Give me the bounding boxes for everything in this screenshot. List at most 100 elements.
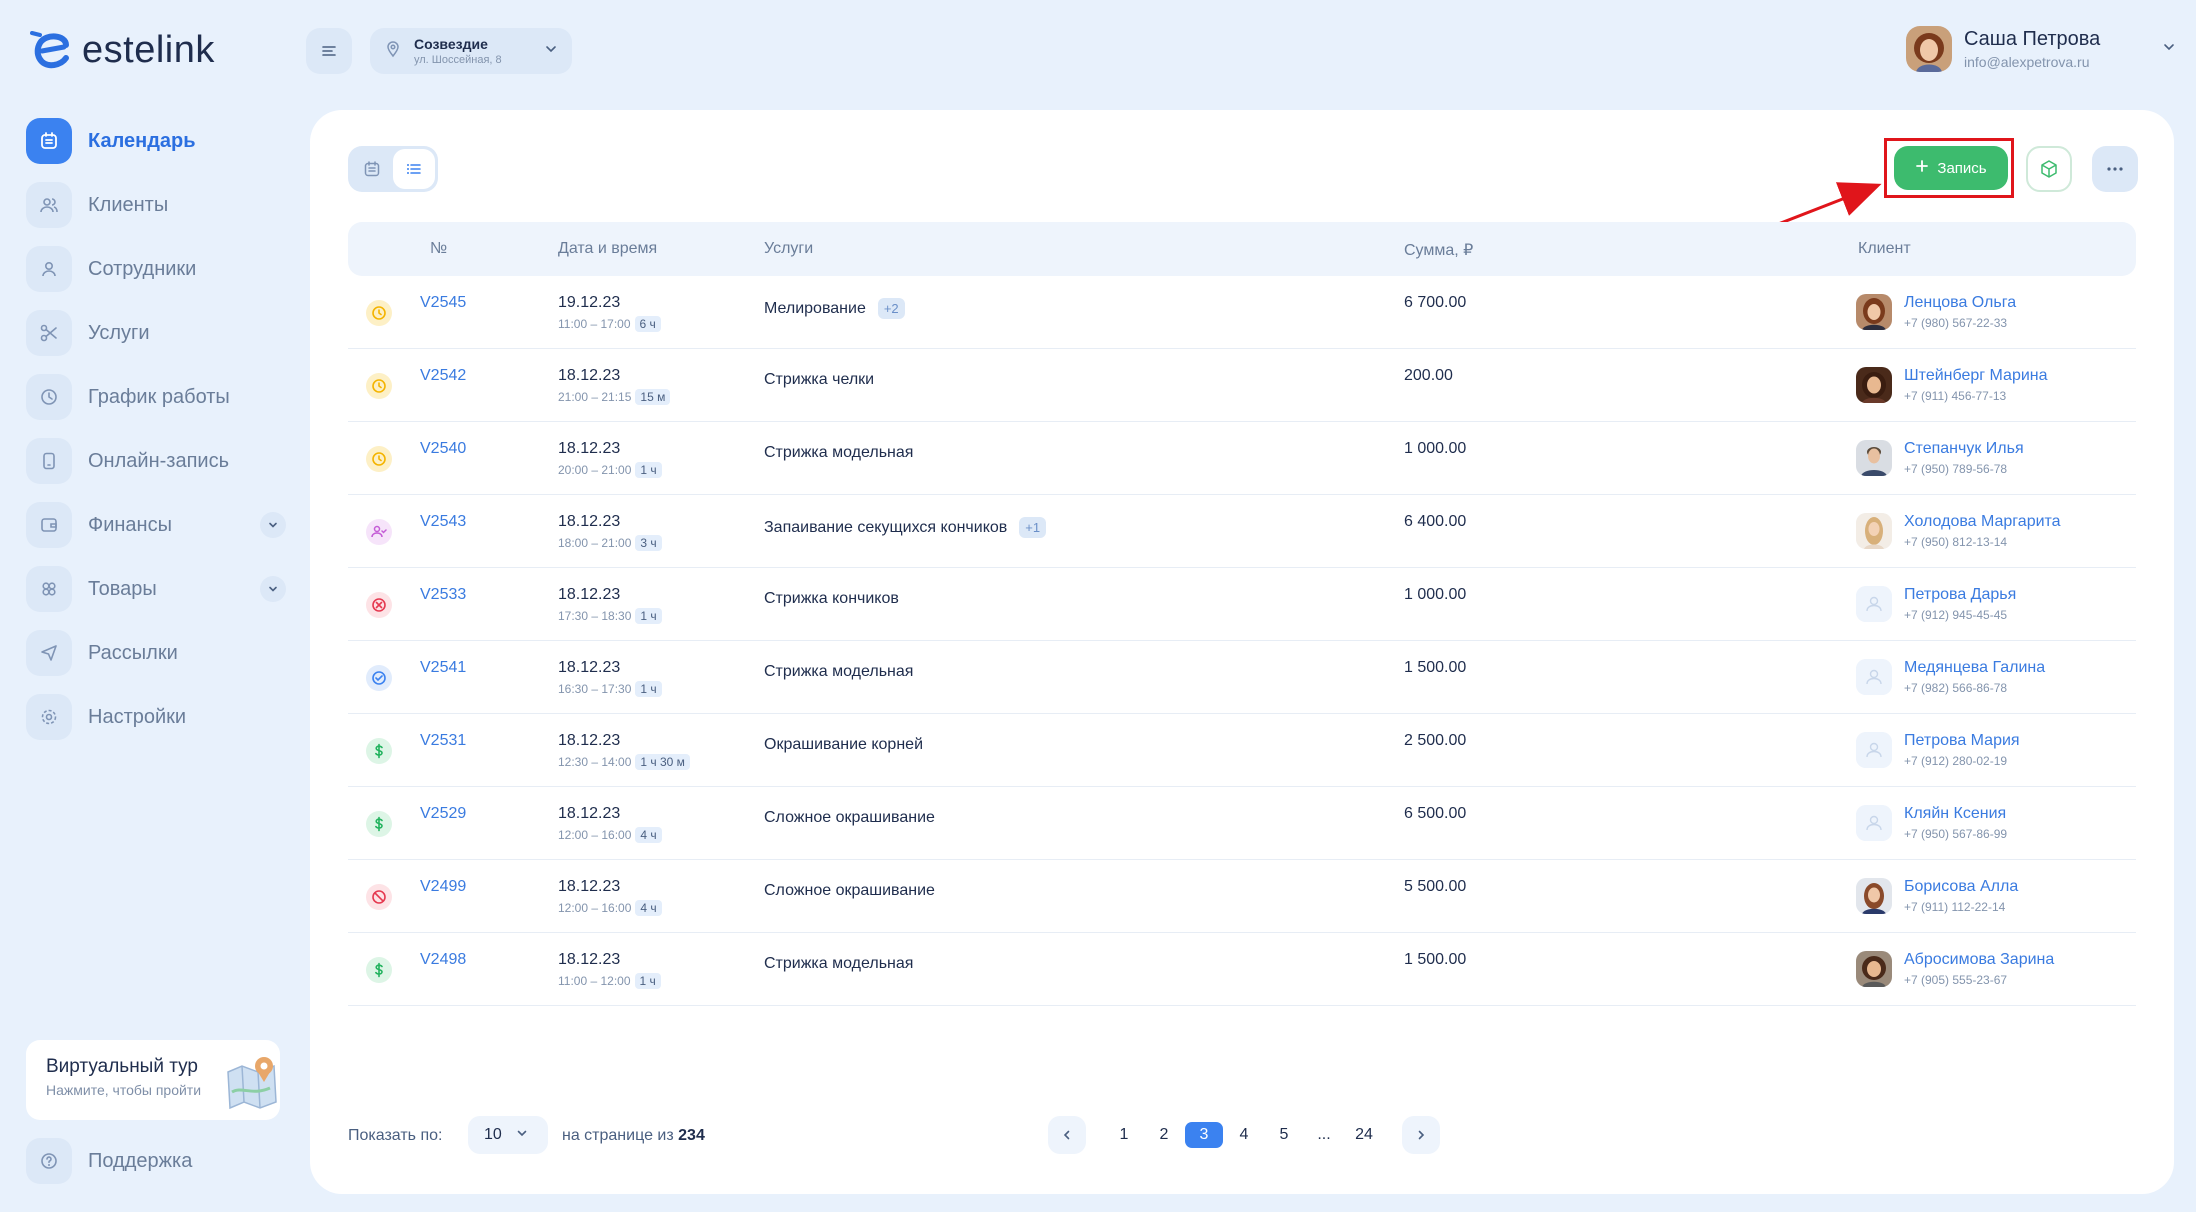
client-phone: +7 (982) 566-86-78 xyxy=(1904,681,2008,695)
sidebar-item-settings[interactable]: Настройки xyxy=(26,694,286,740)
status-confirmed-icon[interactable] xyxy=(366,665,392,691)
chevron-down-icon[interactable] xyxy=(2162,40,2176,59)
page-24-button[interactable]: 24 xyxy=(1344,1122,1384,1148)
time-range: 21:00 – 21:15 xyxy=(558,390,632,404)
gear-icon xyxy=(26,694,72,740)
extra-services-badge[interactable]: +1 xyxy=(1019,517,1047,538)
location-select[interactable]: Созвездие ул. Шоссейная, 8 xyxy=(370,28,572,74)
map-icon xyxy=(224,1052,280,1110)
list-view-button[interactable] xyxy=(393,149,435,189)
table-row[interactable]: V2542 18.12.23 21:00 – 21:15 15 м Стрижка че… xyxy=(348,349,2136,422)
table-row[interactable]: V2498 18.12.23 11:00 – 12:00 1 ч Стрижка мод… xyxy=(348,933,2136,1006)
status-pending-icon[interactable] xyxy=(366,300,392,326)
service-name: Стрижка модельная xyxy=(764,663,914,680)
sidebar-item-clients[interactable]: Клиенты xyxy=(26,182,286,228)
status-cancelled-icon[interactable] xyxy=(366,592,392,618)
column-header-sum[interactable]: Сумма, ₽ xyxy=(1404,240,1473,260)
more-button[interactable] xyxy=(2092,146,2138,192)
next-page-button[interactable] xyxy=(1402,1116,1440,1154)
status-pending-icon[interactable] xyxy=(366,373,392,399)
logo[interactable]: estelink xyxy=(28,26,215,74)
chevron-down-icon[interactable] xyxy=(260,512,286,538)
sidebar-item-services[interactable]: Услуги xyxy=(26,310,286,356)
table-header: № Дата и время Услуги Сумма, ₽ Клиент xyxy=(348,222,2136,276)
appointment-number-link[interactable]: V2543 xyxy=(420,513,466,531)
column-header-number[interactable]: № xyxy=(430,240,447,258)
client-name-link[interactable]: Абросимова Зарина xyxy=(1904,951,2054,969)
table-row[interactable]: V2545 19.12.23 11:00 – 17:00 6 ч Мелирование… xyxy=(348,276,2136,349)
service-name: Сложное окрашивание xyxy=(764,882,935,899)
status-arrived-icon[interactable] xyxy=(366,519,392,545)
user-name: Саша Петрова xyxy=(1964,28,2101,50)
support-link[interactable]: Поддержка xyxy=(26,1138,192,1184)
status-noshow-icon[interactable] xyxy=(366,884,392,910)
appointment-number-link[interactable]: V2533 xyxy=(420,586,466,604)
time-range: 16:30 – 17:30 xyxy=(558,682,632,696)
client-name-link[interactable]: Медянцева Галина xyxy=(1904,659,2045,677)
page-5-button[interactable]: 5 xyxy=(1264,1122,1304,1148)
page-4-button[interactable]: 4 xyxy=(1224,1122,1264,1148)
table-row[interactable]: V2543 18.12.23 18:00 – 21:00 3 ч Запаивание … xyxy=(348,495,2136,568)
status-pending-icon[interactable] xyxy=(366,446,392,472)
column-header-date[interactable]: Дата и время xyxy=(558,240,657,258)
appointment-number-link[interactable]: V2499 xyxy=(420,878,466,896)
sidebar-item-mailings[interactable]: Рассылки xyxy=(26,630,286,676)
pagination: 1 2 3 4 5... 24 xyxy=(1048,1116,1440,1154)
virtual-tour-card[interactable]: Виртуальный тур Нажмите, чтобы пройти xyxy=(26,1040,280,1120)
status-paid-icon[interactable] xyxy=(366,811,392,837)
appointment-date: 18.12.23 xyxy=(558,367,621,384)
sidebar-item-calendar[interactable]: Календарь xyxy=(26,118,286,164)
client-name-link[interactable]: Штейнберг Марина xyxy=(1904,367,2048,385)
column-header-services[interactable]: Услуги xyxy=(764,240,813,258)
appointment-number-link[interactable]: V2542 xyxy=(420,367,466,385)
sidebar-item-products[interactable]: Товары xyxy=(26,566,286,612)
page-3-button[interactable]: 3 xyxy=(1185,1122,1223,1148)
appointment-number-link[interactable]: V2529 xyxy=(420,805,466,823)
chevron-down-icon[interactable] xyxy=(260,576,286,602)
client-name-link[interactable]: Степанчук Илья xyxy=(1904,440,2024,458)
sidebar-item-schedule[interactable]: График работы xyxy=(26,374,286,420)
products-button[interactable] xyxy=(2026,146,2072,192)
service-name: Окрашивание корней xyxy=(764,736,923,753)
status-paid-icon[interactable] xyxy=(366,957,392,983)
table-row[interactable]: V2529 18.12.23 12:00 – 16:00 4 ч Сложное окр… xyxy=(348,787,2136,860)
time-range: 18:00 – 21:00 xyxy=(558,536,632,550)
client-name-link[interactable]: Петрова Мария xyxy=(1904,732,2020,750)
service-cell: Стрижка челки xyxy=(764,371,874,389)
table-row[interactable]: V2531 18.12.23 12:30 – 14:00 1 ч 30 м Окраши… xyxy=(348,714,2136,787)
extra-services-badge[interactable]: +2 xyxy=(877,298,905,319)
client-name-link[interactable]: Кляйн Ксения xyxy=(1904,805,2006,823)
appointment-number-link[interactable]: V2540 xyxy=(420,440,466,458)
appointment-sum: 5 500.00 xyxy=(1404,878,1467,895)
location-name: Созвездие xyxy=(414,36,488,52)
client-name-link[interactable]: Петрова Дарья xyxy=(1904,586,2016,604)
sidebar-item-finance[interactable]: Финансы xyxy=(26,502,286,548)
user-email: info@alexpetrova.ru xyxy=(1964,54,2090,70)
prev-page-button[interactable] xyxy=(1048,1116,1086,1154)
page-1-button[interactable]: 1 xyxy=(1104,1122,1144,1148)
table-row[interactable]: V2540 18.12.23 20:00 – 21:00 1 ч Стрижка мод… xyxy=(348,422,2136,495)
sidebar-item-staff[interactable]: Сотрудники xyxy=(26,246,286,292)
add-appointment-button[interactable]: Запись xyxy=(1894,146,2008,190)
sidebar-item-online-booking[interactable]: Онлайн-запись xyxy=(26,438,286,484)
appointment-number-link[interactable]: V2545 xyxy=(420,294,466,312)
table-row[interactable]: V2541 18.12.23 16:30 – 17:30 1 ч Стрижка мод… xyxy=(348,641,2136,714)
appointment-number-link[interactable]: V2531 xyxy=(420,732,466,750)
avatar xyxy=(1856,513,1892,549)
status-paid-icon[interactable] xyxy=(366,738,392,764)
table-row[interactable]: V2533 18.12.23 17:30 – 18:30 1 ч Стрижка кон… xyxy=(348,568,2136,641)
appointment-number-link[interactable]: V2541 xyxy=(420,659,466,677)
logo-text: estelink xyxy=(82,28,215,71)
column-header-client[interactable]: Клиент xyxy=(1858,240,1911,258)
user-menu[interactable]: Саша Петрова info@alexpetrova.ru xyxy=(1906,26,2176,72)
client-name-link[interactable]: Ленцова Ольга xyxy=(1904,294,2016,312)
table-row[interactable]: V2499 18.12.23 12:00 – 16:00 4 ч Сложное окр… xyxy=(348,860,2136,933)
per-page-select[interactable]: 10 xyxy=(468,1116,548,1154)
client-name-link[interactable]: Борисова Алла xyxy=(1904,878,2018,896)
client-phone: +7 (912) 945-45-45 xyxy=(1904,608,2008,622)
page-2-button[interactable]: 2 xyxy=(1144,1122,1184,1148)
calendar-view-button[interactable] xyxy=(351,149,393,189)
appointment-number-link[interactable]: V2498 xyxy=(420,951,466,969)
menu-toggle-button[interactable] xyxy=(306,28,352,74)
client-name-link[interactable]: Холодова Маргарита xyxy=(1904,513,2061,531)
